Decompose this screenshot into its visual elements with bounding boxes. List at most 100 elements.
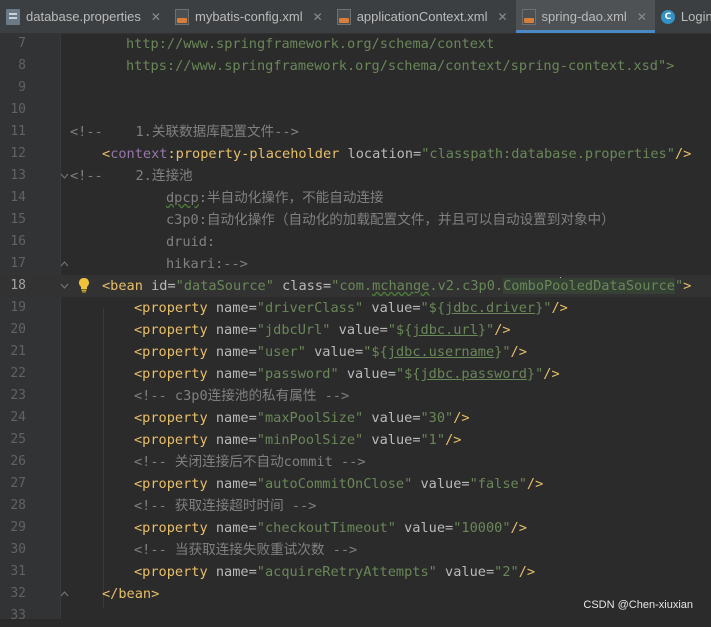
comment-text: :半自动化操作，不能自动连接 [198, 190, 384, 206]
attr-value: }" [477, 322, 495, 338]
attr-eq: = [248, 344, 257, 360]
line-number: 15 [10, 212, 26, 227]
attr-eq: = [248, 564, 257, 580]
code-line: 14 dpcp:半自动化操作，不能自动连接 [0, 187, 711, 209]
code-line: 26 <!-- 关闭连接后不自动commit --> [0, 451, 711, 473]
comment-text: <!-- 当获取连接失败重试次数 --> [134, 542, 358, 558]
tab-database-properties[interactable]: database.properties ✕ [0, 0, 169, 33]
attr-value: "${ [420, 300, 446, 316]
attr-name: name [215, 410, 249, 426]
fold-end-icon[interactable] [60, 260, 69, 269]
tag-name: <property [134, 322, 208, 338]
line-number: 22 [10, 366, 26, 381]
code-line: 9 [0, 77, 711, 99]
line-number: 23 [10, 388, 26, 403]
attr-value: "maxPoolSize" [256, 410, 364, 426]
tab-login[interactable]: C Login [655, 0, 711, 33]
xml-file-icon [521, 8, 536, 25]
attr-value: }" [535, 300, 552, 316]
line-number: 26 [10, 454, 26, 469]
class-file-icon: C [660, 9, 675, 24]
tag-close: /> [510, 344, 527, 360]
fold-icon[interactable] [60, 172, 69, 181]
comment-text: dpcp [166, 190, 199, 206]
line-number: 31 [10, 564, 26, 579]
line-number: 18 [10, 278, 26, 293]
lightbulb-icon[interactable] [78, 277, 90, 293]
tag-name: <property [134, 564, 208, 580]
tag-name: <property [134, 300, 208, 316]
comment-text: c3p0:自动化操作（自动化的加载配置文件，并且可以自动设置到对象中） [166, 212, 615, 228]
code-editor[interactable]: 7 http://www.springframework.org/schema/… [0, 33, 711, 623]
comment-text: 2.连接池 [135, 168, 193, 184]
attr-value: " [674, 278, 684, 294]
attr-value: "password" [256, 366, 339, 382]
comment-open: <!-- [70, 168, 103, 184]
tag-name: <property [134, 476, 208, 492]
attr-value: "10000" [453, 520, 511, 536]
attr-value: "false" [469, 476, 527, 492]
tag-name: <property [134, 344, 208, 360]
tag-close: /> [543, 366, 560, 382]
tag-close: /> [445, 432, 462, 448]
attr-value: "minPoolSize" [256, 432, 364, 448]
comment-text: <!-- c3p0连接池的私有属性 --> [134, 388, 350, 404]
comment-text: hikari:--> [166, 256, 248, 272]
code-line: 11 <!-- 1.关联数据库配置文件--> [0, 121, 711, 143]
attr-eq: = [412, 410, 421, 426]
line-number: 11 [10, 124, 26, 139]
attr-name: name [215, 432, 249, 448]
attr-eq: = [248, 322, 257, 338]
attr-value-ref[interactable]: jdbc.password [421, 366, 527, 382]
tag-close: /> [453, 410, 470, 426]
tab-application-context[interactable]: applicationContext.xml ✕ [331, 0, 516, 33]
line-number: 17 [10, 256, 26, 271]
comment-text: druid: [166, 234, 216, 250]
tab-label: mybatis-config.xml [194, 9, 303, 24]
attr-eq: = [248, 520, 257, 536]
attr-value-ref[interactable]: jdbc.username [388, 344, 494, 360]
attr-value: "2" [494, 564, 519, 580]
attr-value: "jdbcUrl" [256, 322, 331, 338]
attr-value-highlight: ComboPo [503, 278, 561, 294]
code-line: 13 <!-- 2.连接池 [0, 165, 711, 187]
fold-end-icon[interactable] [60, 590, 69, 599]
code-line: 12 <context:property-placeholder locatio… [0, 143, 711, 165]
code-line: 28 <!-- 获取连接超时时间 --> [0, 495, 711, 517]
attr-value: "${ [387, 322, 413, 338]
code-line: 31 <property name="acquireRetryAttempts"… [0, 561, 711, 583]
code-line: 30 <!-- 当获取连接失败重试次数 --> [0, 539, 711, 561]
close-icon[interactable]: ✕ [497, 10, 507, 24]
attr-eq: = [248, 432, 257, 448]
attr-eq: = [485, 564, 495, 580]
tab-label: spring-dao.xml [541, 9, 627, 24]
code-line: 7 http://www.springframework.org/schema/… [0, 33, 711, 55]
code-line: 15 c3p0:自动化操作（自动化的加载配置文件，并且可以自动设置到对象中） [0, 209, 711, 231]
attr-eq: = [248, 476, 257, 492]
line-number: 16 [10, 234, 26, 249]
attr-value: "30" [420, 410, 454, 426]
tab-label: database.properties [26, 9, 141, 24]
attr-value: "com. [331, 278, 373, 294]
attr-eq: = [412, 432, 421, 448]
attr-value: }" [526, 366, 544, 382]
attr-value-ref[interactable]: jdbc.url [412, 322, 477, 338]
attr-value-ref[interactable]: jdbc.driver [445, 300, 535, 316]
attr-eq: = [323, 278, 332, 294]
line-number: 33 [10, 608, 26, 623]
tab-mybatis-config[interactable]: mybatis-config.xml ✕ [169, 0, 331, 33]
attr-name: name [215, 322, 249, 338]
attr-name: name [215, 366, 249, 382]
line-number: 30 [10, 542, 26, 557]
tab-spring-dao[interactable]: spring-dao.xml ✕ [515, 0, 656, 33]
line-number: 8 [18, 58, 26, 73]
attr-name: name [215, 476, 249, 492]
close-icon[interactable]: ✕ [637, 10, 647, 24]
attr-name: value [404, 520, 446, 536]
attr-name: value [371, 300, 413, 316]
close-icon[interactable]: ✕ [313, 10, 323, 24]
xml-file-icon [336, 8, 351, 25]
code-line: 20 <property name="jdbcUrl" value="${jdb… [0, 319, 711, 341]
close-icon[interactable]: ✕ [151, 10, 161, 24]
fold-icon[interactable] [60, 282, 69, 291]
